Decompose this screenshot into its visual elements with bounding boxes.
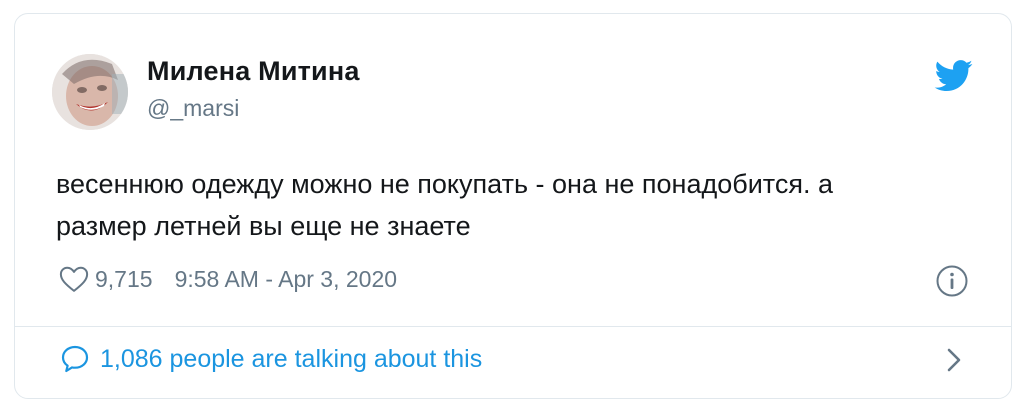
heart-icon[interactable] [59,265,89,293]
timestamp[interactable]: 9:58 AM - Apr 3, 2020 [175,266,397,293]
tweet-meta: 9,715 9:58 AM - Apr 3, 2020 [59,262,397,296]
conversation-label: 1,086 people are talking about this [100,344,483,373]
twitter-bird-icon[interactable] [934,60,974,92]
speech-bubble-icon [61,345,89,373]
author-name[interactable]: Милена Митина [147,56,360,87]
chevron-right-icon[interactable] [944,347,964,373]
info-icon[interactable] [935,264,969,298]
divider [14,326,1012,327]
author-handle[interactable]: @_marsi [147,95,239,122]
tweet-text: весеннюю одежду можно не покупать - она … [56,169,833,241]
avatar[interactable] [52,54,128,130]
conversation-link[interactable]: 1,086 people are talking about this [60,341,482,377]
avatar-image [52,54,128,130]
like-count[interactable]: 9,715 [95,266,153,293]
